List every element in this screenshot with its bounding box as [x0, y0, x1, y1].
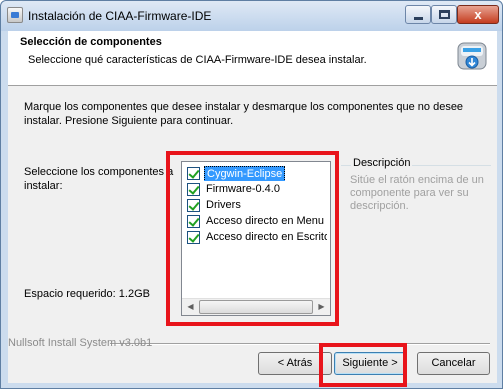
title-bar[interactable]: Instalación de CIAA-Firmware-IDE x	[1, 1, 502, 31]
space-required-text: Espacio requerido: 1.2GB	[24, 288, 150, 300]
page-title: Selección de componentes	[20, 36, 162, 48]
window-title: Instalación de CIAA-Firmware-IDE	[28, 9, 212, 23]
select-components-label: Seleccione los componentes a instalar:	[24, 166, 174, 192]
installer-app-icon	[7, 7, 23, 23]
minimize-icon	[414, 17, 423, 20]
description-title: Descripción	[351, 157, 413, 169]
close-icon: x	[474, 7, 482, 22]
footer-divider	[110, 343, 490, 345]
minimize-button[interactable]	[405, 5, 431, 24]
highlight-box-next	[319, 343, 407, 387]
page-subtitle: Seleccione qué características de CIAA-F…	[28, 54, 367, 66]
page-header: Selección de componentes Seleccione qué …	[8, 31, 497, 86]
close-button[interactable]: x	[457, 5, 499, 24]
nsis-branding: Nullsoft Install System v3.0b1	[8, 337, 153, 349]
maximize-icon	[439, 10, 450, 19]
installer-box-icon	[457, 42, 487, 70]
instructions-text: Marque los componentes que desee instala…	[24, 101, 464, 127]
description-groupbox: Descripción Sitúe el ratón encima de un …	[341, 157, 491, 318]
maximize-button[interactable]	[431, 5, 457, 24]
cancel-button[interactable]: Cancelar	[417, 352, 490, 375]
description-text: Sitúe el ratón encima de un componente p…	[350, 174, 484, 212]
highlight-box-components	[166, 151, 339, 326]
